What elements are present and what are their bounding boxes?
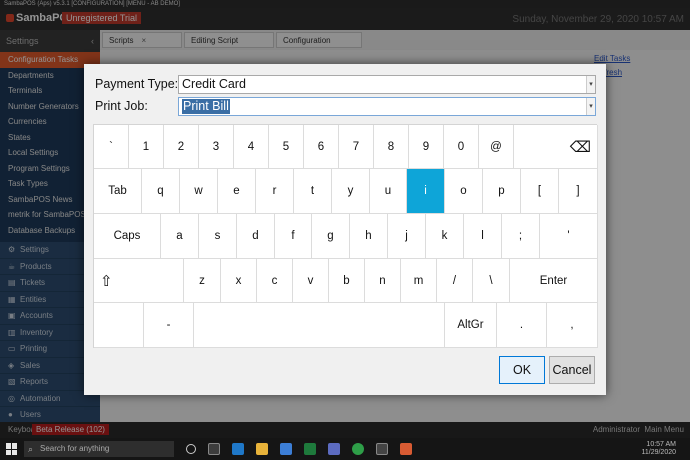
key-a[interactable]: a bbox=[161, 214, 199, 259]
key-i[interactable]: i bbox=[407, 169, 445, 214]
key-backtick[interactable]: ` bbox=[94, 125, 129, 169]
windows-taskbar: ⌕ Search for anything 10:57 AM 11/29/2020 bbox=[0, 438, 690, 460]
key-tab[interactable]: Tab bbox=[94, 169, 142, 214]
sambapos-taskbar-icon[interactable] bbox=[400, 443, 412, 455]
key-w[interactable]: w bbox=[180, 169, 218, 214]
chevron-down-icon[interactable]: ▾ bbox=[586, 76, 595, 93]
search-icon: ⌕ bbox=[28, 444, 34, 454]
cortana-icon[interactable] bbox=[186, 444, 196, 454]
cancel-button[interactable]: Cancel bbox=[549, 356, 595, 384]
key-m[interactable]: m bbox=[401, 259, 437, 303]
shift-key[interactable]: ⇧ bbox=[94, 259, 184, 303]
key-at[interactable]: @ bbox=[479, 125, 514, 169]
key-s[interactable]: s bbox=[199, 214, 237, 259]
excel-icon[interactable] bbox=[304, 443, 316, 455]
print-job-value: Print Bill bbox=[182, 99, 230, 114]
backspace-key[interactable]: ⌫ bbox=[514, 125, 598, 169]
key-y[interactable]: y bbox=[332, 169, 370, 214]
payment-type-label: Payment Type: bbox=[95, 77, 179, 91]
payment-type-select[interactable]: Credit Card ▾ bbox=[178, 75, 596, 94]
payment-type-value: Credit Card bbox=[182, 77, 246, 91]
key-u[interactable]: u bbox=[370, 169, 407, 214]
key-r[interactable]: r bbox=[256, 169, 294, 214]
edge-icon[interactable] bbox=[232, 443, 244, 455]
key-v[interactable]: v bbox=[293, 259, 329, 303]
file-explorer-icon[interactable] bbox=[256, 443, 268, 455]
key-6[interactable]: 6 bbox=[304, 125, 339, 169]
key-d[interactable]: d bbox=[237, 214, 275, 259]
key-n[interactable]: n bbox=[365, 259, 401, 303]
key-8[interactable]: 8 bbox=[374, 125, 409, 169]
key-apostrophe[interactable]: ' bbox=[540, 214, 598, 259]
key-l[interactable]: l bbox=[464, 214, 502, 259]
ok-button[interactable]: OK bbox=[499, 356, 545, 384]
key-x[interactable]: x bbox=[221, 259, 257, 303]
key-f[interactable]: f bbox=[275, 214, 312, 259]
key-0[interactable]: 0 bbox=[444, 125, 479, 169]
key-backslash[interactable]: \ bbox=[473, 259, 510, 303]
taskbar-date: 11/29/2020 bbox=[641, 449, 676, 456]
key-h[interactable]: h bbox=[350, 214, 388, 259]
key-comma[interactable]: , bbox=[547, 303, 598, 348]
taskbar-search[interactable]: ⌕ Search for anything bbox=[24, 441, 174, 457]
key-hyphen[interactable]: - bbox=[144, 303, 194, 348]
store-icon[interactable] bbox=[280, 443, 292, 455]
key-semicolon[interactable]: ; bbox=[502, 214, 540, 259]
key-b[interactable]: b bbox=[329, 259, 365, 303]
spotify-icon[interactable] bbox=[352, 443, 364, 455]
system-clock[interactable]: 10:57 AM 11/29/2020 bbox=[641, 441, 676, 457]
key-g[interactable]: g bbox=[312, 214, 350, 259]
taskbar-search-placeholder: Search for anything bbox=[40, 444, 110, 453]
key-q[interactable]: q bbox=[142, 169, 180, 214]
key-enter[interactable]: Enter bbox=[510, 259, 598, 303]
chevron-down-icon[interactable]: ▾ bbox=[586, 98, 595, 115]
key-close-bracket[interactable]: ] bbox=[559, 169, 598, 214]
task-view-icon[interactable] bbox=[208, 443, 220, 455]
app-icon[interactable] bbox=[376, 443, 388, 455]
key-space[interactable] bbox=[194, 303, 445, 348]
key-p[interactable]: p bbox=[483, 169, 521, 214]
key-e[interactable]: e bbox=[218, 169, 256, 214]
key-slash[interactable]: / bbox=[437, 259, 473, 303]
print-job-select[interactable]: Print Bill ▾ bbox=[178, 97, 596, 116]
app-icon[interactable] bbox=[328, 443, 340, 455]
onscreen-keyboard: ` 1 2 3 4 5 6 7 8 9 0 @ ⌫ Tab q w e r t … bbox=[93, 124, 598, 348]
key-z[interactable]: z bbox=[184, 259, 221, 303]
key-blank-left[interactable] bbox=[94, 303, 144, 348]
key-altgr[interactable]: AltGr bbox=[445, 303, 497, 348]
windows-start-icon[interactable] bbox=[6, 443, 18, 455]
key-3[interactable]: 3 bbox=[199, 125, 234, 169]
key-4[interactable]: 4 bbox=[234, 125, 269, 169]
payment-dialog: Payment Type: Credit Card ▾ Print Job: P… bbox=[84, 64, 606, 395]
print-job-label: Print Job: bbox=[95, 99, 148, 113]
shift-icon: ⇧ bbox=[100, 272, 113, 290]
key-t[interactable]: t bbox=[294, 169, 332, 214]
key-j[interactable]: j bbox=[388, 214, 426, 259]
backspace-icon: ⌫ bbox=[569, 138, 591, 156]
key-7[interactable]: 7 bbox=[339, 125, 374, 169]
key-1[interactable]: 1 bbox=[129, 125, 164, 169]
key-5[interactable]: 5 bbox=[269, 125, 304, 169]
key-c[interactable]: c bbox=[257, 259, 293, 303]
key-caps[interactable]: Caps bbox=[94, 214, 161, 259]
key-open-bracket[interactable]: [ bbox=[521, 169, 559, 214]
taskbar-time: 10:57 AM bbox=[646, 441, 676, 448]
key-k[interactable]: k bbox=[426, 214, 464, 259]
key-2[interactable]: 2 bbox=[164, 125, 199, 169]
key-period[interactable]: . bbox=[497, 303, 547, 348]
window-titlebar: SambaPOS (Aps) v5.3.1 [CONFIGURATION] [M… bbox=[0, 0, 690, 8]
key-o[interactable]: o bbox=[445, 169, 483, 214]
key-9[interactable]: 9 bbox=[409, 125, 444, 169]
